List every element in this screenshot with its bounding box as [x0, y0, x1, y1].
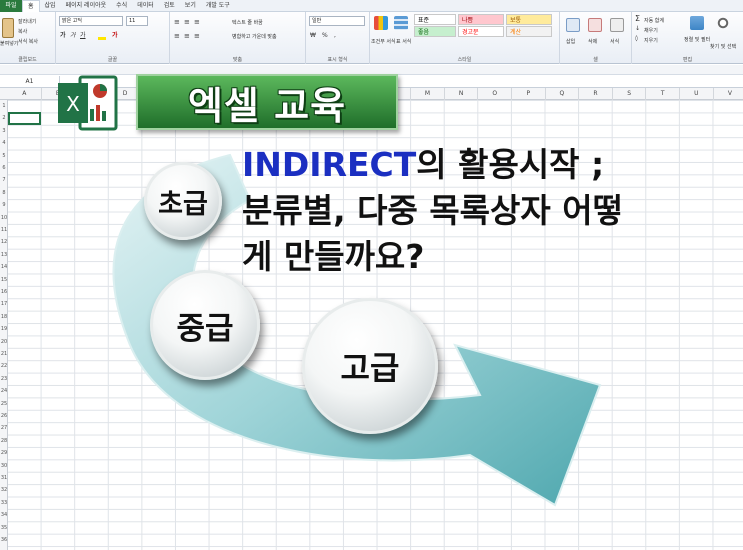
banner-text: 엑셀 교육 [187, 83, 347, 128]
advanced-circle: 고급 [302, 298, 438, 434]
headline-line2: 분류별, 다중 목록상자 어떻 [242, 191, 623, 230]
beginner-label: 초급 [158, 188, 208, 220]
headline-line1: 의 활용시작 ; [416, 145, 605, 184]
excel-window: 파일 홈 삽입 페이지 레이아웃 수식 데이터 검토 보기 개발 도구 붙여넣기… [0, 0, 743, 550]
title-banner: 엑셀 교육 [136, 74, 398, 130]
headline-line3: 게 만들까요? [242, 237, 425, 276]
svg-text:X: X [66, 92, 80, 116]
intermediate-label: 중급 [176, 310, 234, 347]
advanced-label: 고급 [340, 349, 400, 387]
beginner-circle: 초급 [144, 162, 222, 240]
excel-logo-icon: X [56, 73, 120, 133]
intermediate-circle: 중급 [150, 270, 260, 380]
headline: INDIRECT의 활용시작 ; 분류별, 다중 목록상자 어떻 게 만들까요? [242, 142, 737, 280]
headline-keyword: INDIRECT [242, 145, 417, 184]
